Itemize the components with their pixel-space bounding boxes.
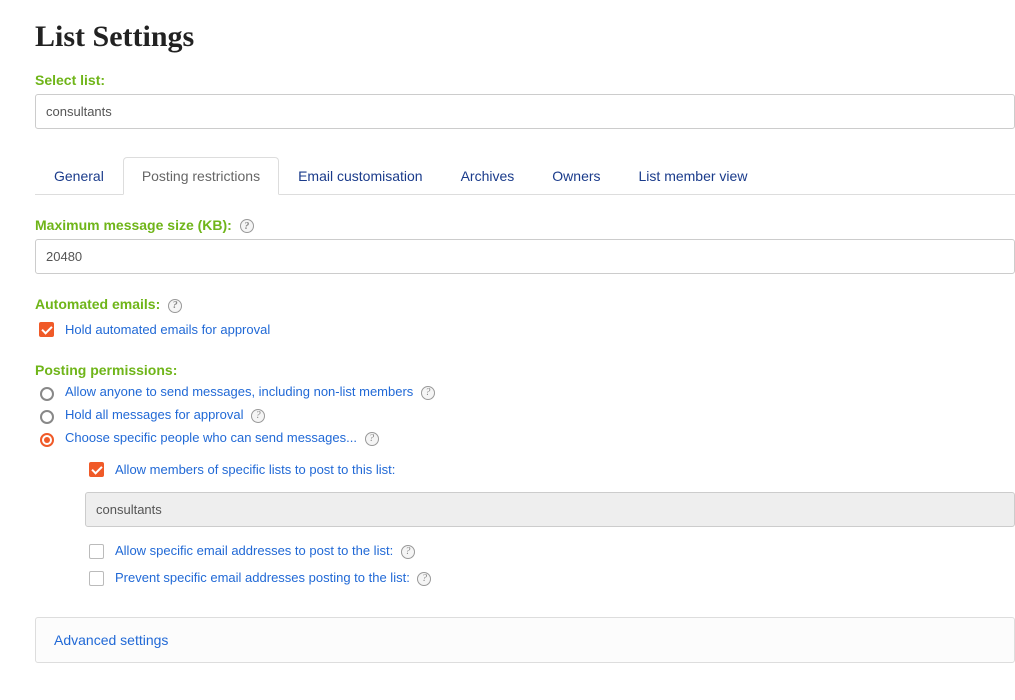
advanced-settings-toggle[interactable]: Advanced settings: [35, 617, 1015, 663]
allow-lists-label[interactable]: Allow members of specific lists to post …: [115, 462, 395, 477]
prevent-emails-label[interactable]: Prevent specific email addresses posting…: [115, 570, 431, 586]
allow-lists-checkbox[interactable]: [89, 462, 104, 477]
max-size-label: Maximum message size (KB): ?: [35, 217, 1015, 233]
posting-permissions-label: Posting permissions:: [35, 362, 1015, 378]
help-icon[interactable]: ?: [240, 219, 254, 233]
tab-general[interactable]: General: [35, 157, 123, 195]
radio-specific-label[interactable]: Choose specific people who can send mess…: [65, 430, 379, 446]
help-icon[interactable]: ?: [168, 299, 182, 313]
radio-specific[interactable]: [40, 433, 54, 447]
page-title: List Settings: [35, 20, 1015, 54]
radio-hold-all-label[interactable]: Hold all messages for approval ?: [65, 407, 265, 423]
allow-lists-input[interactable]: [85, 492, 1015, 527]
max-size-input[interactable]: [35, 239, 1015, 274]
help-icon[interactable]: ?: [401, 545, 415, 559]
hold-automated-checkbox[interactable]: [39, 322, 54, 337]
tab-owners[interactable]: Owners: [533, 157, 619, 195]
hold-automated-label[interactable]: Hold automated emails for approval: [65, 322, 270, 337]
radio-hold-all[interactable]: [40, 410, 54, 424]
help-icon[interactable]: ?: [365, 432, 379, 446]
allow-emails-checkbox[interactable]: [89, 544, 104, 559]
help-icon[interactable]: ?: [421, 386, 435, 400]
prevent-emails-checkbox[interactable]: [89, 571, 104, 586]
select-list-label: Select list:: [35, 72, 1015, 88]
automated-label: Automated emails: ?: [35, 296, 1015, 312]
radio-allow-anyone[interactable]: [40, 387, 54, 401]
allow-emails-label[interactable]: Allow specific email addresses to post t…: [115, 543, 415, 559]
tabs-bar: General Posting restrictions Email custo…: [35, 157, 1015, 195]
tab-posting-restrictions[interactable]: Posting restrictions: [123, 157, 279, 195]
help-icon[interactable]: ?: [251, 409, 265, 423]
tab-list-member-view[interactable]: List member view: [620, 157, 767, 195]
radio-allow-anyone-label[interactable]: Allow anyone to send messages, including…: [65, 384, 435, 400]
help-icon[interactable]: ?: [417, 572, 431, 586]
tab-archives[interactable]: Archives: [442, 157, 534, 195]
tab-email-customisation[interactable]: Email customisation: [279, 157, 442, 195]
select-list-input[interactable]: [35, 94, 1015, 129]
